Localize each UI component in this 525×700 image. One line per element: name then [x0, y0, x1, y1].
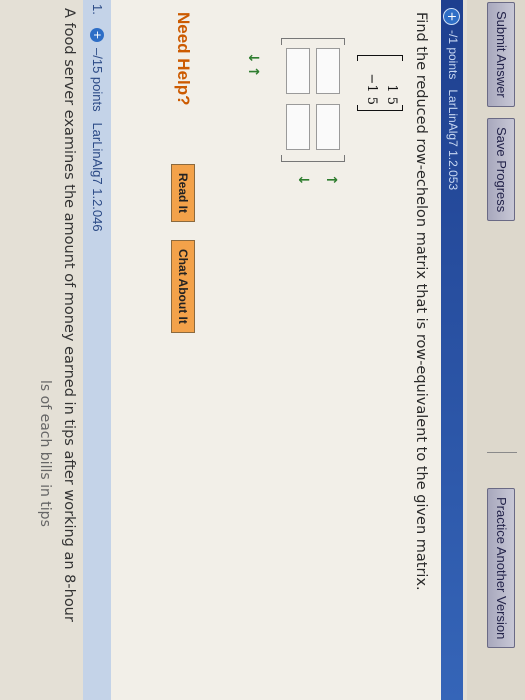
expand-plus-icon[interactable]: + — [443, 8, 460, 25]
toolbar-divider — [487, 452, 517, 453]
answer-right-bracket — [281, 155, 345, 162]
question-2-text: A food server examines the amount of mon… — [61, 8, 77, 622]
toolbar: Submit Answer Save Progress Practice Ano… — [467, 0, 525, 700]
given-matrix: 1 5 −1 5 — [357, 55, 403, 111]
column-resize-arrows[interactable]: ↓↑ — [245, 52, 261, 79]
question-2-meta: –/15 points LarLinAlg7 1.2.046 — [90, 48, 105, 232]
answer-cell-r2c2[interactable] — [286, 104, 310, 150]
question-panel: Find the reduced row-echelon matrix that… — [111, 0, 441, 700]
submit-answer-button[interactable]: Submit Answer — [487, 2, 515, 107]
answer-cell-r1c2[interactable] — [316, 104, 340, 150]
practice-another-version-button[interactable]: Practice Another Version — [487, 488, 515, 649]
row-remove-arrow-icon[interactable]: ↓ — [295, 174, 311, 188]
question-2-reference[interactable]: LarLinAlg7 1.2.046 — [90, 122, 105, 231]
question-header-bar: + -/1 points LarLinAlg7 1.2.053 — [441, 0, 463, 700]
question-2-header-bar: 1. + –/15 points LarLinAlg7 1.2.046 — [83, 0, 111, 700]
answer-matrix — [281, 38, 345, 178]
matrix-right-bracket — [357, 105, 403, 111]
chat-about-it-button[interactable]: Chat About It — [171, 240, 195, 333]
question-points: -/1 points — [446, 30, 460, 80]
answer-left-bracket — [281, 38, 345, 45]
matrix-row-2: −1 5 — [364, 73, 379, 105]
question-prompt: Find the reduced row-echelon matrix that… — [413, 12, 429, 591]
read-it-button[interactable]: Read It — [171, 164, 195, 223]
answer-cell-r2c1[interactable] — [286, 48, 310, 94]
question-2-points: –/15 points — [90, 48, 105, 112]
question-2-text-continued: ls of each bills in tips — [37, 380, 53, 527]
question-2-number: 1. — [90, 4, 105, 15]
row-add-arrow-icon[interactable]: ↑ — [323, 174, 339, 188]
question-reference[interactable]: LarLinAlg7 1.2.053 — [446, 89, 460, 190]
need-help-label: Need Help? — [174, 12, 193, 106]
question-meta: -/1 points LarLinAlg7 1.2.053 — [446, 30, 460, 190]
answer-cell-r1c1[interactable] — [316, 48, 340, 94]
matrix-left-bracket — [357, 55, 403, 61]
question-2-plus-icon[interactable]: + — [90, 28, 104, 42]
matrix-row-1: 1 5 — [384, 84, 399, 105]
screen-stage: Submit Answer Save Progress Practice Ano… — [0, 0, 525, 700]
save-progress-button[interactable]: Save Progress — [487, 118, 515, 222]
